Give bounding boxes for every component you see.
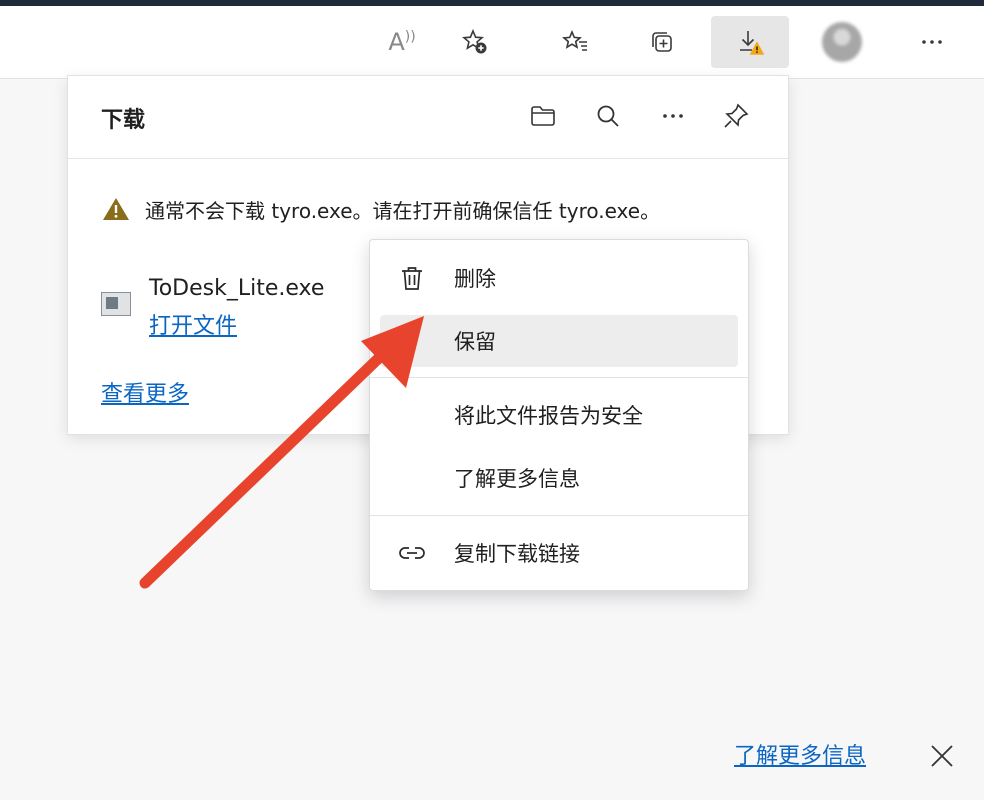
pin-icon [724,103,749,128]
downloads-icon [740,31,764,55]
menu-divider [370,515,748,516]
menu-item-label: 删除 [454,267,496,291]
footer-close-button[interactable] [922,736,962,776]
menu-item-delete[interactable]: 删除 [380,252,738,304]
link-icon [399,547,425,559]
downloads-panel-title: 下载 [101,108,146,133]
menu-item-report-safe[interactable]: 将此文件报告为安全 [380,389,738,441]
browser-toolbar: A)) [0,6,984,79]
collections-icon [652,32,672,52]
downloads-button[interactable] [711,16,789,68]
warning-icon [103,198,129,220]
warning-text: 通常不会下载 tyro.exe。请在打开前确保信任 tyro.exe。 [145,198,661,223]
favorites-icon [562,29,587,51]
read-aloud-button[interactable]: A)) [378,16,426,68]
open-folder-button[interactable] [525,98,561,134]
profile-avatar [822,22,862,62]
file-icon [101,292,131,316]
menu-item-keep[interactable]: 保留 [380,315,738,367]
downloads-more-button[interactable] [655,98,691,134]
menu-item-label: 了解更多信息 [454,467,580,491]
open-file-link[interactable]: 打开文件 [149,308,237,340]
menu-divider [370,377,748,378]
search-icon [597,105,619,127]
download-context-menu: 删除 保留 将此文件报告为安全 了解更多信息 复制下载链接 [369,239,749,591]
downloads-panel-header: 下载 [68,76,788,159]
see-more-link[interactable]: 查看更多 [101,376,189,408]
menu-item-label: 复制下载链接 [454,542,580,566]
menu-item-label: 保留 [454,330,496,354]
more-icon [663,114,683,118]
more-icon [922,40,942,44]
menu-item-copy-link[interactable]: 复制下载链接 [380,527,738,579]
settings-more-button[interactable] [908,16,956,68]
trash-icon [402,267,422,290]
download-warning: 通常不会下载 tyro.exe。请在打开前确保信任 tyro.exe。 [101,194,660,224]
close-icon [931,745,953,767]
menu-item-learn-more[interactable]: 了解更多信息 [380,452,738,504]
pin-downloads-button[interactable] [718,98,754,134]
profile-button[interactable] [818,16,866,68]
favorites-button[interactable] [551,16,599,68]
open-folder-icon [531,106,555,126]
footer-learn-more-link[interactable]: 了解更多信息 [734,738,866,770]
add-favorite-button[interactable] [451,16,499,68]
file-name: ToDesk_Lite.exe [149,276,325,301]
read-aloud-icon: A)) [388,28,416,56]
add-favorite-icon [462,28,487,54]
search-downloads-button[interactable] [590,98,626,134]
menu-item-label: 将此文件报告为安全 [454,404,643,428]
collections-button[interactable] [638,16,686,68]
